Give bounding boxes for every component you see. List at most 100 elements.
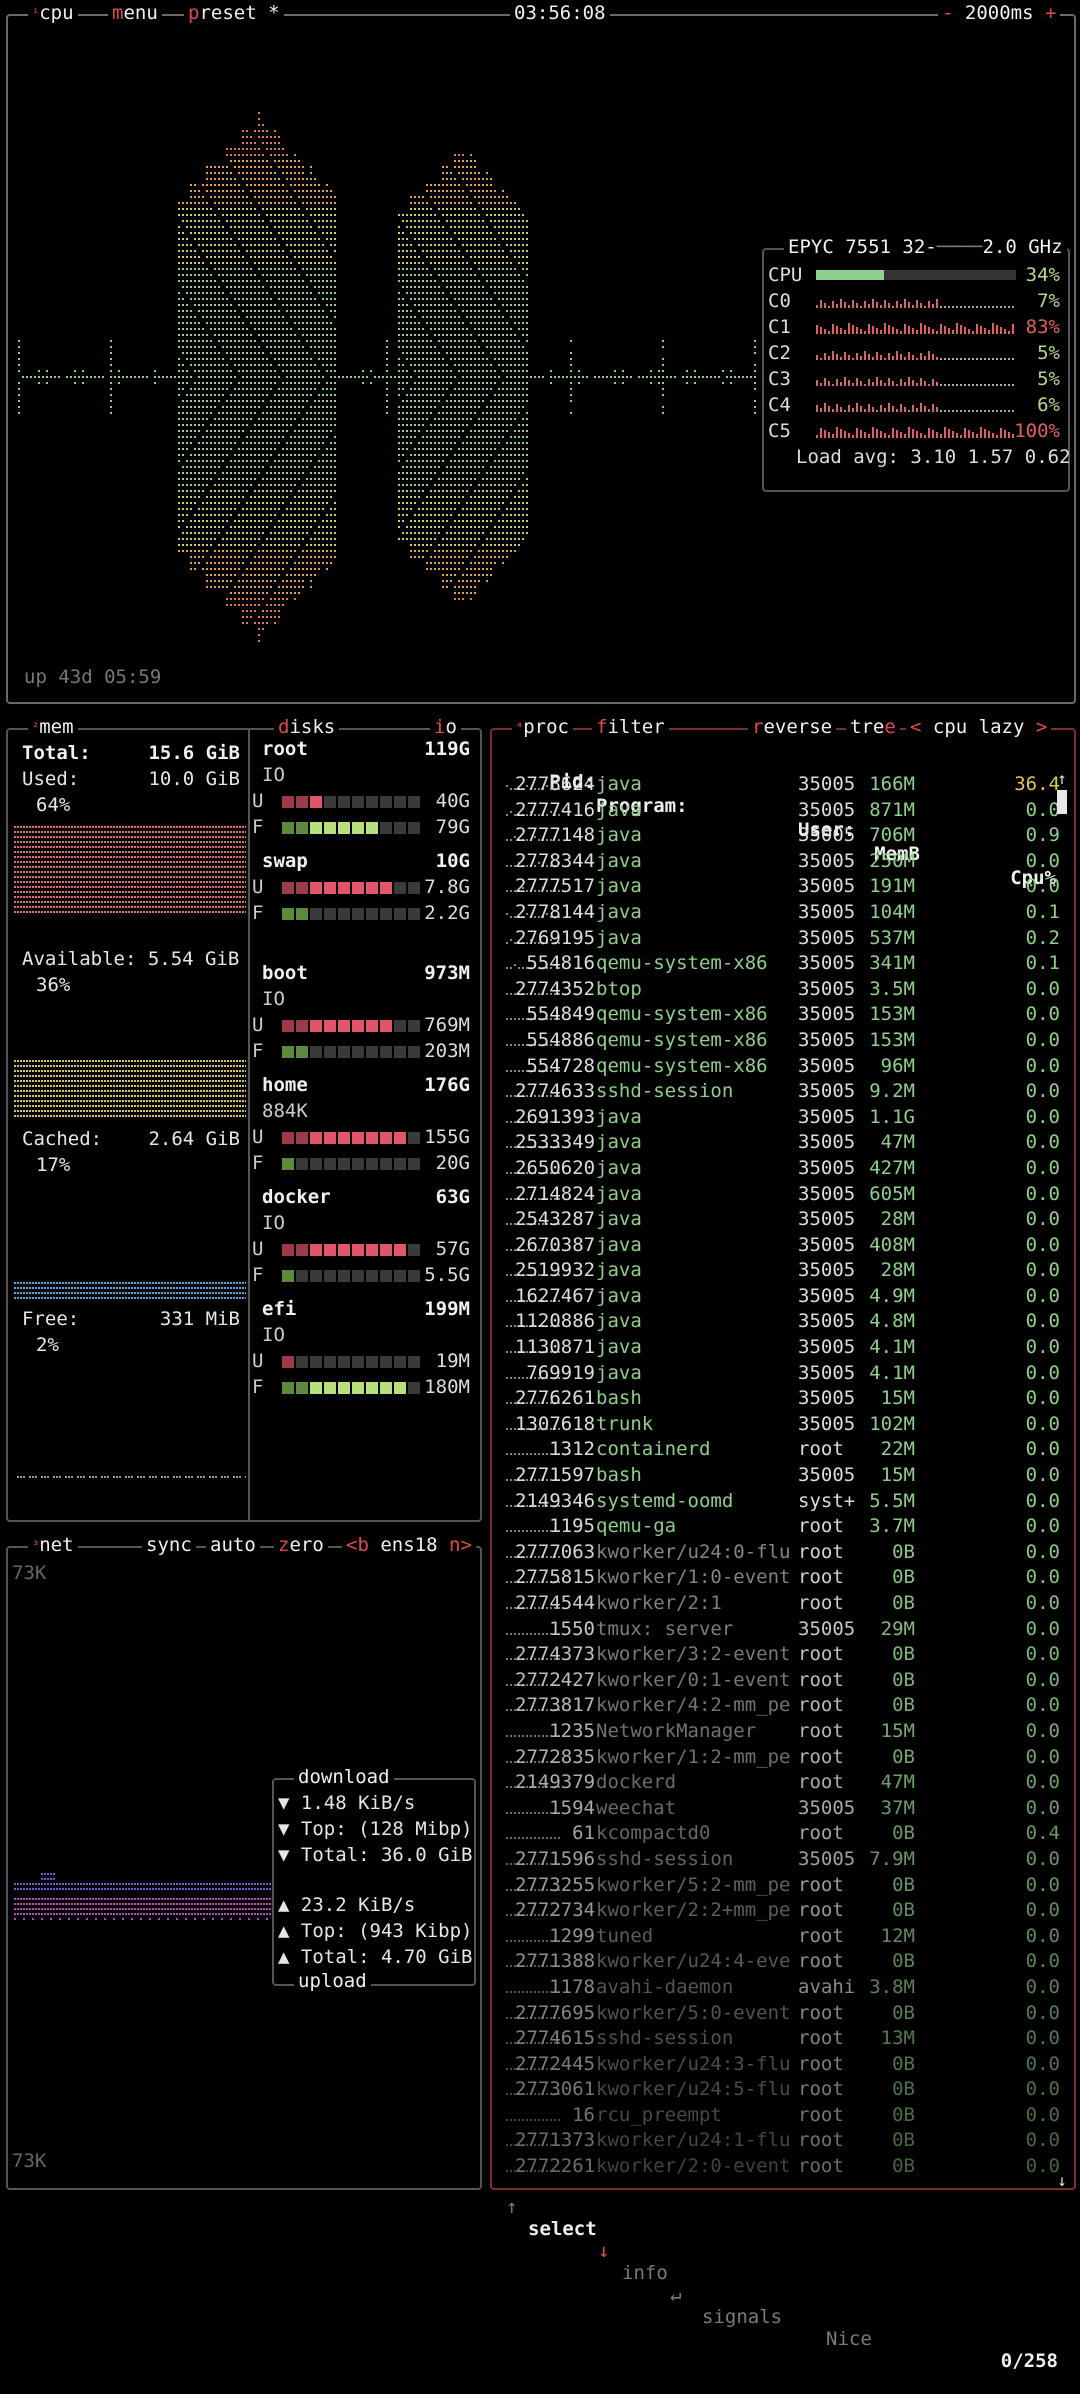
cpu-graph-dot <box>318 208 320 210</box>
cpu-graph-dot <box>518 256 520 258</box>
cpu-graph-dot <box>294 250 296 252</box>
cpu-graph-dot <box>442 556 444 558</box>
menu-button[interactable]: menu <box>108 2 162 24</box>
cpu-graph-dot <box>326 286 328 288</box>
cpu-graph-dot <box>318 214 320 216</box>
cpu-graph-dot <box>450 556 452 558</box>
cpu-graph-dot <box>442 424 444 426</box>
cpu-graph-dot <box>490 352 492 354</box>
cpu-graph-dot <box>250 202 252 204</box>
cpu-graph-dot <box>250 544 252 546</box>
cpu-graph-dot <box>206 322 208 324</box>
cpu-graph-dot <box>418 508 420 510</box>
cpu-graph-dot <box>206 484 208 486</box>
cpu-graph-dot <box>434 286 436 288</box>
cpu-graph-dot <box>418 490 420 492</box>
cpu-graph-dot <box>322 508 324 510</box>
cpu-graph-dot <box>454 232 456 234</box>
cpu-graph-dot <box>422 532 424 534</box>
cpu-graph-dot <box>258 580 260 582</box>
cpu-graph-dot <box>478 250 480 252</box>
cpu-graph-dot <box>498 256 500 258</box>
cpu-graph-dot <box>414 346 416 348</box>
cpu-graph-dot <box>434 238 436 240</box>
cpu-graph-dot <box>202 310 204 312</box>
cpu-graph-dot <box>118 376 120 378</box>
cpu-graph-dot <box>242 142 244 144</box>
cpu-graph-dot <box>278 256 280 258</box>
cpu-graph-dot <box>230 502 232 504</box>
cpu-graph-dot <box>478 220 480 222</box>
cpu-graph-dot <box>322 562 324 564</box>
cpu-graph-dot <box>402 280 404 282</box>
cpu-graph-dot <box>442 262 444 264</box>
cpu-graph-dot <box>522 232 524 234</box>
cpu-graph-dot <box>494 220 496 222</box>
cpu-graph-dot <box>238 166 240 168</box>
cpu-graph-dot <box>490 256 492 258</box>
cpu-graph-dot <box>486 574 488 576</box>
cpu-graph-dot <box>558 376 560 378</box>
cpu-graph-dot <box>254 424 256 426</box>
cpu-graph-dot <box>494 424 496 426</box>
cpu-graph-dot <box>242 454 244 456</box>
cpu-graph-dot <box>502 196 504 198</box>
cpu-graph-dot <box>226 352 228 354</box>
interval-plus-button[interactable]: + <box>1045 2 1056 24</box>
cpu-graph-dot <box>222 184 224 186</box>
cpu-graph-dot <box>498 436 500 438</box>
cpu-graph-dot <box>110 358 112 360</box>
cpu-graph-dot <box>310 184 312 186</box>
cpu-graph-dot <box>434 394 436 396</box>
cpu-graph-dot <box>254 352 256 354</box>
cpu-graph-dot <box>494 202 496 204</box>
cpu-graph-dot <box>234 508 236 510</box>
cpu-model-title: EPYC 7551 32-────2.0 GHz <box>784 236 1067 258</box>
cpu-graph-dot <box>310 508 312 510</box>
cpu-graph-dot <box>298 328 300 330</box>
cpu-graph-dot <box>302 472 304 474</box>
cpu-graph-dot <box>306 196 308 198</box>
cpu-graph-dot <box>422 502 424 504</box>
cpu-tab[interactable]: ¹cpu <box>28 2 78 24</box>
cpu-graph-dot <box>450 514 452 516</box>
cpu-graph-dot <box>258 532 260 534</box>
cpu-graph-dot <box>234 490 236 492</box>
cpu-graph-dot <box>330 550 332 552</box>
cpu-graph-dot <box>518 472 520 474</box>
cpu-graph-dot <box>522 448 524 450</box>
cpu-graph-dot <box>234 604 236 606</box>
cpu-graph-dot <box>246 526 248 528</box>
cpu-graph-dot <box>514 550 516 552</box>
cpu-graph-dot <box>230 442 232 444</box>
cpu-graph-dot <box>450 184 452 186</box>
cpu-graph-dot <box>522 226 524 228</box>
cpu-graph-dot <box>310 460 312 462</box>
cpu-graph-dot <box>306 556 308 558</box>
cpu-graph-dot <box>282 502 284 504</box>
cpu-graph-dot <box>382 376 384 378</box>
cpu-graph-dot <box>298 184 300 186</box>
interval-minus-button[interactable]: - <box>942 2 953 24</box>
cpu-graph-dot <box>494 340 496 342</box>
cpu-graph-dot <box>298 352 300 354</box>
cpu-graph-dot <box>498 226 500 228</box>
interval-control[interactable]: - 2000ms + <box>938 2 1061 24</box>
cpu-graph-dot <box>230 262 232 264</box>
cpu-graph-dot <box>306 334 308 336</box>
cpu-graph-dot <box>282 268 284 270</box>
cpu-graph-dot <box>422 280 424 282</box>
cpu-graph-dot <box>494 406 496 408</box>
preset-button[interactable]: preset * <box>184 2 284 24</box>
cpu-graph-dot <box>234 226 236 228</box>
cpu-graph-dot <box>202 286 204 288</box>
cpu-graph-dot <box>330 340 332 342</box>
cpu-graph-dot <box>406 238 408 240</box>
cpu-graph-dot <box>446 580 448 582</box>
cpu-graph-dot <box>202 490 204 492</box>
cpu-graph-dot <box>498 550 500 552</box>
cpu-graph-dot <box>222 166 224 168</box>
cpu-graph-dot <box>502 226 504 228</box>
cpu-graph-dot <box>478 262 480 264</box>
cpu-graph-dot <box>330 562 332 564</box>
